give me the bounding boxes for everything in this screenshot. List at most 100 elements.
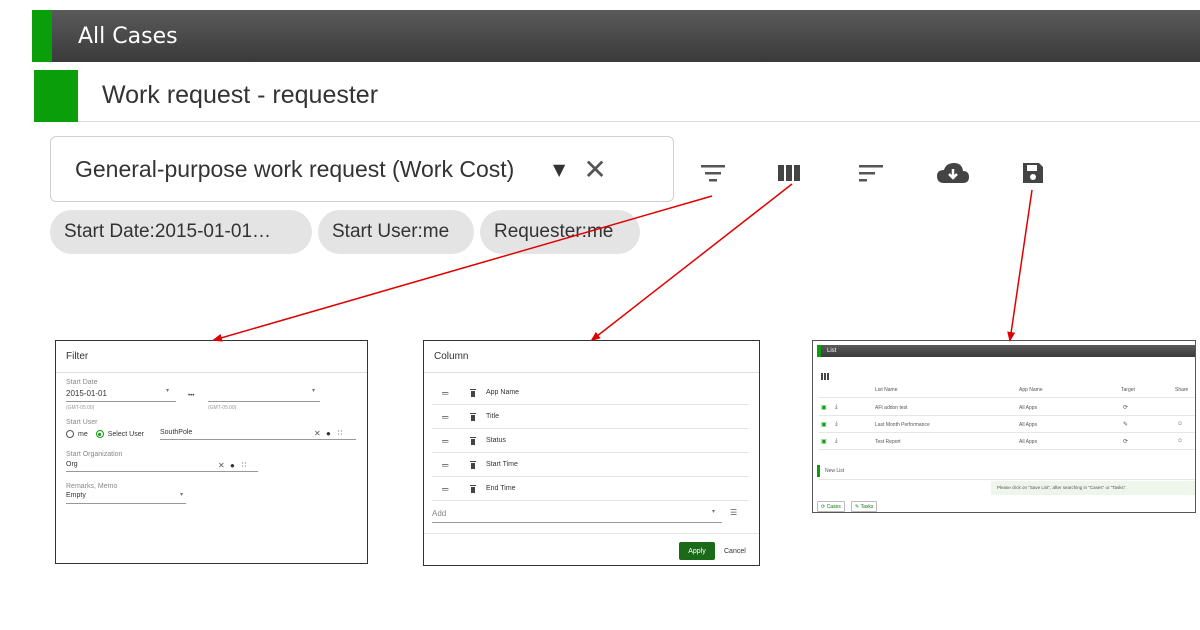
tz-to: (GMT-05:00) <box>208 405 237 411</box>
save-icon[interactable] <box>1016 156 1050 190</box>
row-divider <box>819 397 1195 398</box>
column-panel: Column ═ App Name ═ Title ═ Status ═ Sta… <box>423 340 760 566</box>
list-panel: List List Name App Name Target Share ▣ ⤓… <box>812 340 1196 513</box>
header-green-bar <box>32 10 52 62</box>
add-column-input[interactable]: Add <box>432 509 446 518</box>
cancel-button[interactable]: Cancel <box>724 542 746 560</box>
footer-divider <box>424 533 759 534</box>
add-all-icon[interactable]: ☰ <box>730 508 737 517</box>
new-list-label: New List <box>825 468 845 474</box>
radio-select-user-label: Select User <box>107 430 144 438</box>
sort-icon[interactable] <box>854 156 888 190</box>
tree-icon[interactable]: ∷ <box>242 461 246 469</box>
drag-handle-icon[interactable]: ═ <box>442 460 454 470</box>
drag-handle-icon[interactable]: ═ <box>442 412 454 422</box>
cases-tab-button[interactable]: ⟳ Cases <box>817 501 845 512</box>
tasks-tab-button[interactable]: ✎ Tasks <box>851 501 878 512</box>
drag-handle-icon[interactable]: ═ <box>442 436 454 446</box>
open-list-icon[interactable]: ▣ <box>821 421 827 428</box>
chevron-down-icon[interactable]: ▾ <box>312 387 315 394</box>
column-row[interactable]: ═ Title <box>432 405 748 429</box>
column-row[interactable]: ═ Status <box>432 429 748 453</box>
list-row-app: All Apps <box>1019 422 1038 428</box>
drag-handle-icon[interactable]: ═ <box>442 484 454 494</box>
trash-icon[interactable] <box>468 388 478 398</box>
radio-me[interactable] <box>66 430 74 438</box>
list-header-title: List <box>827 348 837 354</box>
drag-handle-icon[interactable]: ═ <box>442 388 454 398</box>
chevron-down-icon[interactable]: ▾ <box>180 491 183 498</box>
list-selector-text: General-purpose work request (Work Cost) <box>75 155 515 182</box>
caret-down-icon[interactable]: ▼ <box>553 160 565 179</box>
row-divider <box>819 479 1195 480</box>
filter-panel: Filter Start Date 2015-01-01 ▾ (GMT-05:0… <box>55 340 368 564</box>
chevron-down-icon[interactable]: ▾ <box>712 508 715 515</box>
subheader-green-bar <box>34 69 78 122</box>
new-list-green-bar <box>817 465 820 477</box>
cases-target-icon: ⟳ <box>1123 405 1129 411</box>
start-date-label: Start Date <box>66 379 98 386</box>
add-column-underline <box>432 522 722 523</box>
cloud-download-icon[interactable] <box>936 156 970 190</box>
select-user-value[interactable]: SouthPole <box>160 429 192 436</box>
start-date-underline <box>66 401 176 402</box>
close-icon[interactable]: ✕ <box>583 153 606 186</box>
sub-header: Work request - requester <box>34 69 1200 122</box>
list-row-name[interactable]: AFt addon test <box>875 405 908 411</box>
end-date-underline[interactable] <box>208 401 320 402</box>
filter-chip-start-date[interactable]: Start Date:2015-01-01… <box>50 210 312 254</box>
filter-chip-start-user[interactable]: Start User:me <box>318 210 474 254</box>
trash-icon[interactable] <box>468 484 478 494</box>
column-icon[interactable] <box>821 367 829 385</box>
chevron-down-icon[interactable]: ▾ <box>166 387 169 394</box>
row-divider <box>819 415 1195 416</box>
filter-chip-requester[interactable]: Requester:me <box>480 210 640 254</box>
start-org-label: Start Organization <box>66 451 123 458</box>
tasks-target-icon: ✎ <box>1123 422 1129 428</box>
column-row-label: Status <box>486 437 506 444</box>
list-row-name[interactable]: Test Report <box>875 439 901 445</box>
column-row[interactable]: ═ End Time <box>432 477 748 501</box>
remarks-value[interactable]: Empty <box>66 492 86 499</box>
column-row[interactable]: ═ Start Time <box>432 453 748 477</box>
cases-tab-label: Cases <box>826 503 841 510</box>
column-row[interactable]: ═ App Name <box>432 381 748 405</box>
share-users-icon: ☺ <box>1177 438 1184 444</box>
download-icon[interactable]: ⤓ <box>835 421 838 428</box>
download-icon[interactable]: ⤓ <box>835 438 838 445</box>
all-cases-header: All Cases <box>32 10 1200 62</box>
col-header-share: Share <box>1175 387 1189 393</box>
start-date-value[interactable]: 2015-01-01 <box>66 389 107 398</box>
trash-icon[interactable] <box>468 436 478 446</box>
column-row-label: App Name <box>486 389 520 396</box>
filter-icon[interactable] <box>696 156 730 190</box>
radio-me-label: me <box>78 430 88 438</box>
column-row-label: Title <box>486 413 499 420</box>
radio-select-user[interactable] <box>95 430 104 438</box>
download-icon[interactable]: ⤓ <box>835 404 838 411</box>
user-icon[interactable]: ● <box>326 429 331 438</box>
start-org-underline <box>66 471 258 472</box>
list-row-name[interactable]: Last Month Performance <box>875 422 930 428</box>
start-org-value[interactable]: Org <box>66 461 78 468</box>
row-divider <box>819 449 1195 450</box>
tasks-tab-label: Tasks <box>860 503 874 510</box>
cases-target-icon: ⟳ <box>1123 439 1129 445</box>
tree-icon[interactable]: ∷ <box>338 429 342 437</box>
open-list-icon[interactable]: ▣ <box>821 438 827 445</box>
remarks-label: Remarks, Memo <box>66 483 118 490</box>
chip-label: Start User:me <box>332 221 450 242</box>
list-selector[interactable]: General-purpose work request (Work Cost)… <box>50 136 674 202</box>
trash-icon[interactable] <box>468 460 478 470</box>
trash-icon[interactable] <box>468 412 478 422</box>
user-icon[interactable]: ● <box>230 461 235 470</box>
main-ui: All Cases Work request - requester Gener… <box>16 10 1200 264</box>
list-header: List <box>817 345 1195 357</box>
close-icon[interactable]: ✕ <box>218 461 225 470</box>
tz-from: (GMT-05:00) <box>66 405 95 411</box>
page-title: All Cases <box>78 23 178 49</box>
apply-button[interactable]: Apply <box>679 542 715 560</box>
open-list-icon[interactable]: ▣ <box>821 404 827 411</box>
column-icon[interactable] <box>772 156 806 190</box>
close-icon[interactable]: ✕ <box>314 429 321 438</box>
